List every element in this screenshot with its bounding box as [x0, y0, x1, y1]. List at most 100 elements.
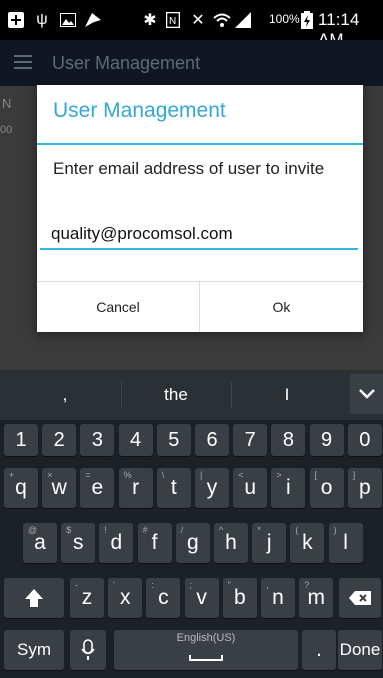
key-4[interactable]: 4	[118, 424, 153, 456]
key-alt-label: )	[333, 525, 337, 535]
key-g[interactable]: g /	[175, 523, 210, 563]
key-d[interactable]: d!	[99, 523, 134, 563]
menu-icon[interactable]	[14, 55, 32, 69]
key-alt-label: !	[104, 525, 107, 535]
wifi-icon	[212, 10, 232, 30]
chevron-down-icon[interactable]	[350, 374, 383, 414]
key-label: q	[15, 476, 27, 499]
key-label: v	[196, 586, 207, 609]
email-input[interactable]	[51, 224, 351, 244]
key-a[interactable]: a @	[23, 523, 57, 563]
key-label: 0	[359, 428, 371, 451]
key-7[interactable]: 7	[233, 424, 268, 456]
column-header: N	[2, 96, 12, 111]
key-label: 6	[206, 428, 218, 451]
key-v[interactable]: v;	[184, 578, 219, 618]
shift-icon	[24, 588, 44, 608]
battery-percentage: 100%	[269, 12, 300, 26]
key-6[interactable]: 6	[195, 424, 229, 456]
svg-text:N: N	[169, 16, 176, 27]
key-f[interactable]: f #	[137, 523, 172, 563]
key-label: 4	[130, 428, 142, 451]
battery-icon	[300, 10, 314, 30]
key-t[interactable]: t \	[156, 468, 191, 508]
key-s[interactable]: s $	[61, 523, 96, 563]
key-label: Sym	[17, 640, 51, 659]
key-alt-label: +	[9, 470, 15, 480]
email-input-underline	[40, 248, 358, 250]
key-label: 3	[91, 428, 103, 451]
bluetooth-icon: ✱	[143, 12, 157, 29]
key-w[interactable]: w ×	[42, 468, 77, 508]
key-j[interactable]: j *	[252, 523, 287, 563]
key-alt-label: :	[151, 580, 154, 590]
key-label: 5	[168, 428, 180, 451]
key-label: k	[302, 531, 313, 554]
key-r[interactable]: r%	[118, 468, 153, 508]
key-alt-label: |	[200, 470, 203, 480]
key-alt-label: ×	[47, 470, 53, 480]
key-3[interactable]: 3	[80, 424, 115, 456]
mute-icon: ✕	[191, 12, 205, 29]
key-0[interactable]: 0	[347, 424, 382, 456]
key-x[interactable]: x '	[108, 578, 143, 618]
key-9[interactable]: 9	[309, 424, 344, 456]
key-alt-label: ;	[189, 580, 193, 590]
add-icon	[6, 10, 26, 30]
key-e[interactable]: e =	[80, 468, 115, 508]
key-alt-label: $	[66, 525, 72, 535]
key-h[interactable]: h ^	[214, 523, 248, 563]
sym-key[interactable]: Sym	[4, 630, 64, 670]
key-q[interactable]: q +	[4, 468, 38, 508]
key-z[interactable]: z-	[70, 578, 104, 618]
key-8[interactable]: 8	[271, 424, 306, 456]
suggestion-3[interactable]: I	[232, 385, 342, 405]
key-label: i	[286, 476, 291, 499]
key-label: s	[72, 531, 84, 554]
key-k[interactable]: k(	[290, 523, 325, 563]
microphone-icon	[81, 639, 95, 661]
key-label: n	[272, 586, 284, 609]
shift-key[interactable]	[4, 578, 64, 618]
key-label: h	[225, 531, 237, 554]
dialog-title: User Management	[53, 99, 226, 122]
backspace-key[interactable]	[339, 578, 381, 618]
key-2[interactable]: 2	[42, 424, 77, 456]
key-label: o	[320, 476, 333, 499]
ok-button[interactable]: Ok	[200, 282, 363, 332]
key-label: j	[266, 531, 272, 554]
suggestion-1[interactable]: ,	[10, 385, 120, 405]
key-alt-label: (	[295, 525, 299, 535]
period-key[interactable]: .	[302, 630, 336, 670]
cancel-button[interactable]: Cancel	[37, 282, 199, 332]
key-p[interactable]: p]	[347, 468, 382, 508]
key-alt-label: @	[28, 525, 38, 535]
done-key[interactable]: Done	[338, 630, 382, 670]
key-label: 2	[53, 428, 65, 451]
backspace-icon	[348, 590, 372, 606]
row-value: 00	[0, 124, 13, 136]
nfc-icon: N	[164, 10, 182, 30]
key-label: t	[170, 476, 177, 499]
key-c[interactable]: c:	[146, 578, 181, 618]
key-alt-label: ?	[304, 580, 310, 590]
key-o[interactable]: o[	[309, 468, 344, 508]
key-l[interactable]: l)	[328, 523, 363, 563]
key-1[interactable]: 1	[4, 424, 38, 456]
key-5[interactable]: 5	[156, 424, 191, 456]
key-alt-label: >	[276, 470, 282, 480]
key-alt-label: ^	[219, 525, 224, 535]
key-alt-label: /	[180, 525, 184, 535]
key-n[interactable]: n,	[261, 578, 295, 618]
key-i[interactable]: i >	[271, 468, 306, 508]
key-b[interactable]: b "	[222, 578, 257, 618]
voice-input-key[interactable]	[70, 630, 106, 670]
key-m[interactable]: m?	[299, 578, 334, 618]
key-y[interactable]: y |	[195, 468, 229, 508]
key-alt-label: "	[227, 580, 231, 590]
key-u[interactable]: u <	[233, 468, 268, 508]
space-key[interactable]: English(US)	[114, 630, 298, 670]
key-label: 8	[282, 428, 294, 451]
key-label: w	[51, 476, 67, 499]
suggestion-2[interactable]: the	[122, 385, 230, 405]
